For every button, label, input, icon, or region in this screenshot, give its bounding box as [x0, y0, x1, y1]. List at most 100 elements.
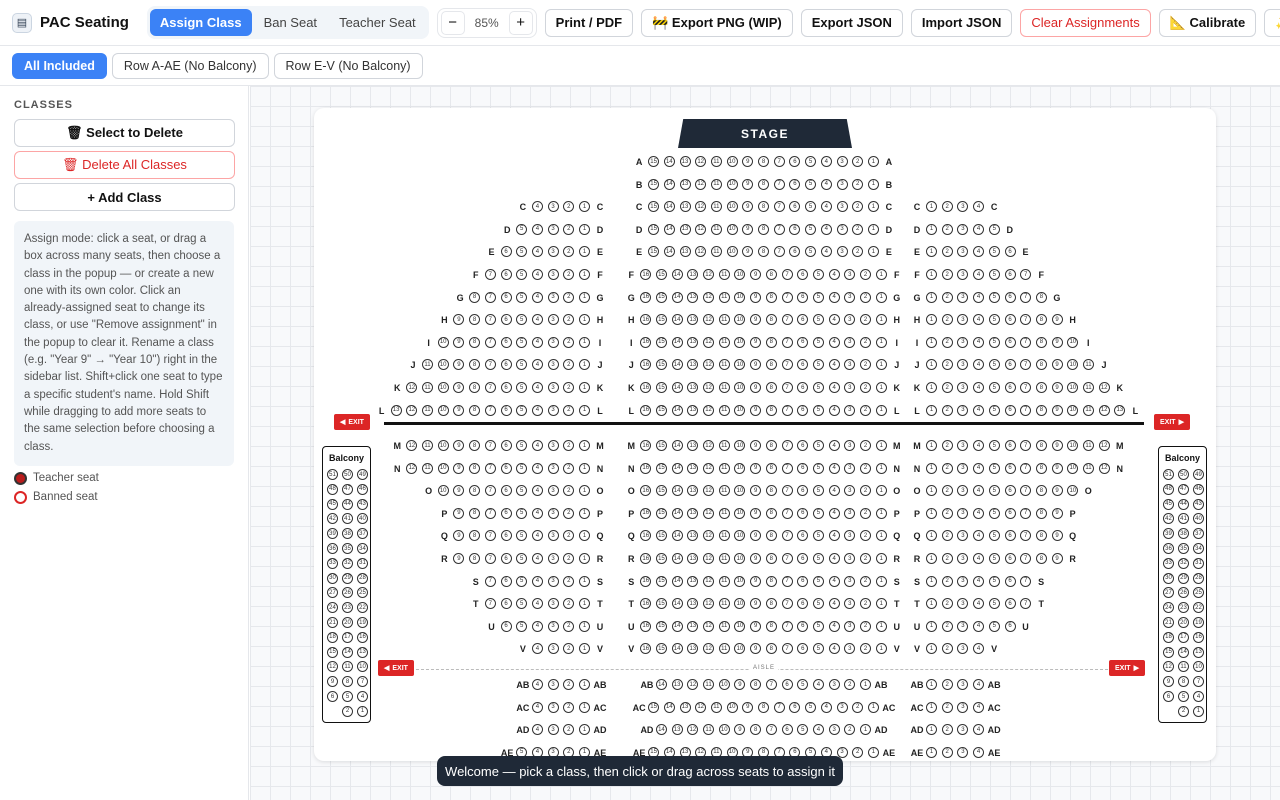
seat[interactable]: 6: [797, 359, 809, 371]
seat[interactable]: 11: [710, 246, 722, 258]
seat[interactable]: 8: [469, 291, 481, 303]
seat[interactable]: 10: [734, 336, 746, 348]
seat[interactable]: 13: [687, 530, 699, 542]
filter-row-e-v[interactable]: Row E-V (No Balcony): [273, 52, 423, 79]
seat[interactable]: 10: [734, 382, 746, 393]
seat[interactable]: 6: [1004, 530, 1016, 542]
seat[interactable]: 3: [957, 530, 969, 542]
balcony-seat[interactable]: 19: [357, 617, 368, 628]
seat[interactable]: 1: [875, 553, 887, 564]
seat[interactable]: 13: [687, 598, 699, 610]
seat[interactable]: 1: [875, 530, 887, 542]
seat[interactable]: 16: [640, 359, 652, 371]
seat[interactable]: 2: [941, 359, 953, 371]
seat[interactable]: 4: [820, 223, 832, 235]
seat[interactable]: 7: [781, 462, 793, 474]
seat[interactable]: 7: [781, 485, 793, 497]
seat[interactable]: 9: [453, 462, 465, 474]
seat[interactable]: 3: [957, 246, 969, 258]
seat[interactable]: 6: [789, 246, 801, 258]
seat[interactable]: 2: [860, 598, 872, 610]
seat[interactable]: 13: [679, 201, 691, 213]
seat[interactable]: 7: [781, 553, 793, 564]
seat[interactable]: 3: [957, 485, 969, 497]
seat[interactable]: 12: [703, 507, 715, 519]
seat[interactable]: 4: [973, 679, 985, 690]
seat[interactable]: 1: [579, 643, 590, 655]
seat[interactable]: 4: [973, 201, 985, 213]
mode-teacher-seat[interactable]: Teacher Seat: [329, 9, 426, 36]
seat[interactable]: 5: [988, 404, 1000, 416]
seat[interactable]: 7: [484, 440, 496, 451]
seat[interactable]: 6: [1004, 553, 1016, 564]
seat[interactable]: 12: [703, 485, 715, 497]
seat[interactable]: 1: [579, 440, 590, 451]
seat[interactable]: 6: [1004, 620, 1016, 632]
seat[interactable]: 15: [655, 382, 667, 393]
seat[interactable]: 5: [988, 507, 1000, 519]
seat[interactable]: 8: [469, 553, 481, 564]
balcony-seat[interactable]: 19: [1193, 617, 1204, 628]
seat[interactable]: 2: [563, 291, 575, 303]
balcony-seat[interactable]: 7: [357, 676, 368, 688]
balcony-seat[interactable]: 18: [1163, 631, 1174, 643]
seat[interactable]: 10: [734, 314, 746, 326]
seat[interactable]: 13: [1114, 404, 1126, 416]
balcony-seat[interactable]: 12: [1163, 661, 1174, 673]
seat[interactable]: 5: [812, 291, 824, 303]
seat[interactable]: 6: [1004, 485, 1016, 497]
seat[interactable]: 1: [579, 485, 590, 497]
seat[interactable]: 8: [758, 246, 769, 258]
seat[interactable]: 13: [687, 314, 699, 326]
seat[interactable]: 14: [671, 291, 683, 303]
seat[interactable]: 4: [531, 269, 543, 280]
seat[interactable]: 16: [640, 575, 652, 587]
seat[interactable]: 8: [469, 359, 481, 371]
balcony-seat[interactable]: 38: [1178, 528, 1189, 540]
seat[interactable]: 5: [988, 291, 1000, 303]
seat[interactable]: 1: [926, 314, 937, 326]
seat[interactable]: 16: [640, 485, 652, 497]
seat[interactable]: 13: [687, 404, 699, 416]
seat[interactable]: 3: [957, 382, 969, 393]
seat[interactable]: 5: [805, 223, 817, 235]
seat[interactable]: 7: [484, 291, 496, 303]
seat[interactable]: 1: [579, 201, 590, 213]
seat[interactable]: 16: [640, 314, 652, 326]
seat[interactable]: 4: [531, 201, 543, 213]
seat[interactable]: 2: [941, 724, 953, 736]
seat[interactable]: 3: [547, 291, 559, 303]
balcony-seat[interactable]: 42: [327, 513, 338, 525]
seat[interactable]: 11: [710, 223, 722, 235]
seat[interactable]: 6: [797, 404, 809, 416]
seat[interactable]: 13: [687, 359, 699, 371]
seat[interactable]: 14: [671, 269, 683, 280]
balcony-seat[interactable]: 2: [1178, 705, 1189, 717]
seat[interactable]: 14: [671, 462, 683, 474]
seat[interactable]: 5: [812, 336, 824, 348]
seat[interactable]: 5: [516, 507, 528, 519]
seat[interactable]: 3: [957, 223, 969, 235]
seat[interactable]: 1: [579, 269, 590, 280]
balcony-seat[interactable]: 23: [1178, 602, 1189, 614]
seat[interactable]: 11: [718, 269, 730, 280]
seat[interactable]: 5: [812, 462, 824, 474]
seat[interactable]: 9: [1051, 440, 1063, 451]
seat[interactable]: 5: [797, 679, 809, 690]
seat[interactable]: 11: [710, 701, 722, 713]
seat[interactable]: 7: [781, 336, 793, 348]
seat[interactable]: 5: [988, 598, 1000, 610]
seat[interactable]: 2: [860, 620, 872, 632]
seat[interactable]: 1: [875, 269, 887, 280]
seat[interactable]: 1: [579, 223, 590, 235]
seat[interactable]: 12: [703, 575, 715, 587]
seat[interactable]: 2: [941, 336, 953, 348]
seat[interactable]: 1: [579, 575, 590, 587]
seat[interactable]: 2: [941, 701, 953, 713]
seat[interactable]: 1: [867, 178, 879, 190]
seat[interactable]: 14: [655, 724, 667, 736]
seat[interactable]: 10: [1067, 382, 1079, 393]
seat[interactable]: 14: [671, 382, 683, 393]
seat[interactable]: 4: [531, 291, 543, 303]
seat[interactable]: 5: [988, 382, 1000, 393]
